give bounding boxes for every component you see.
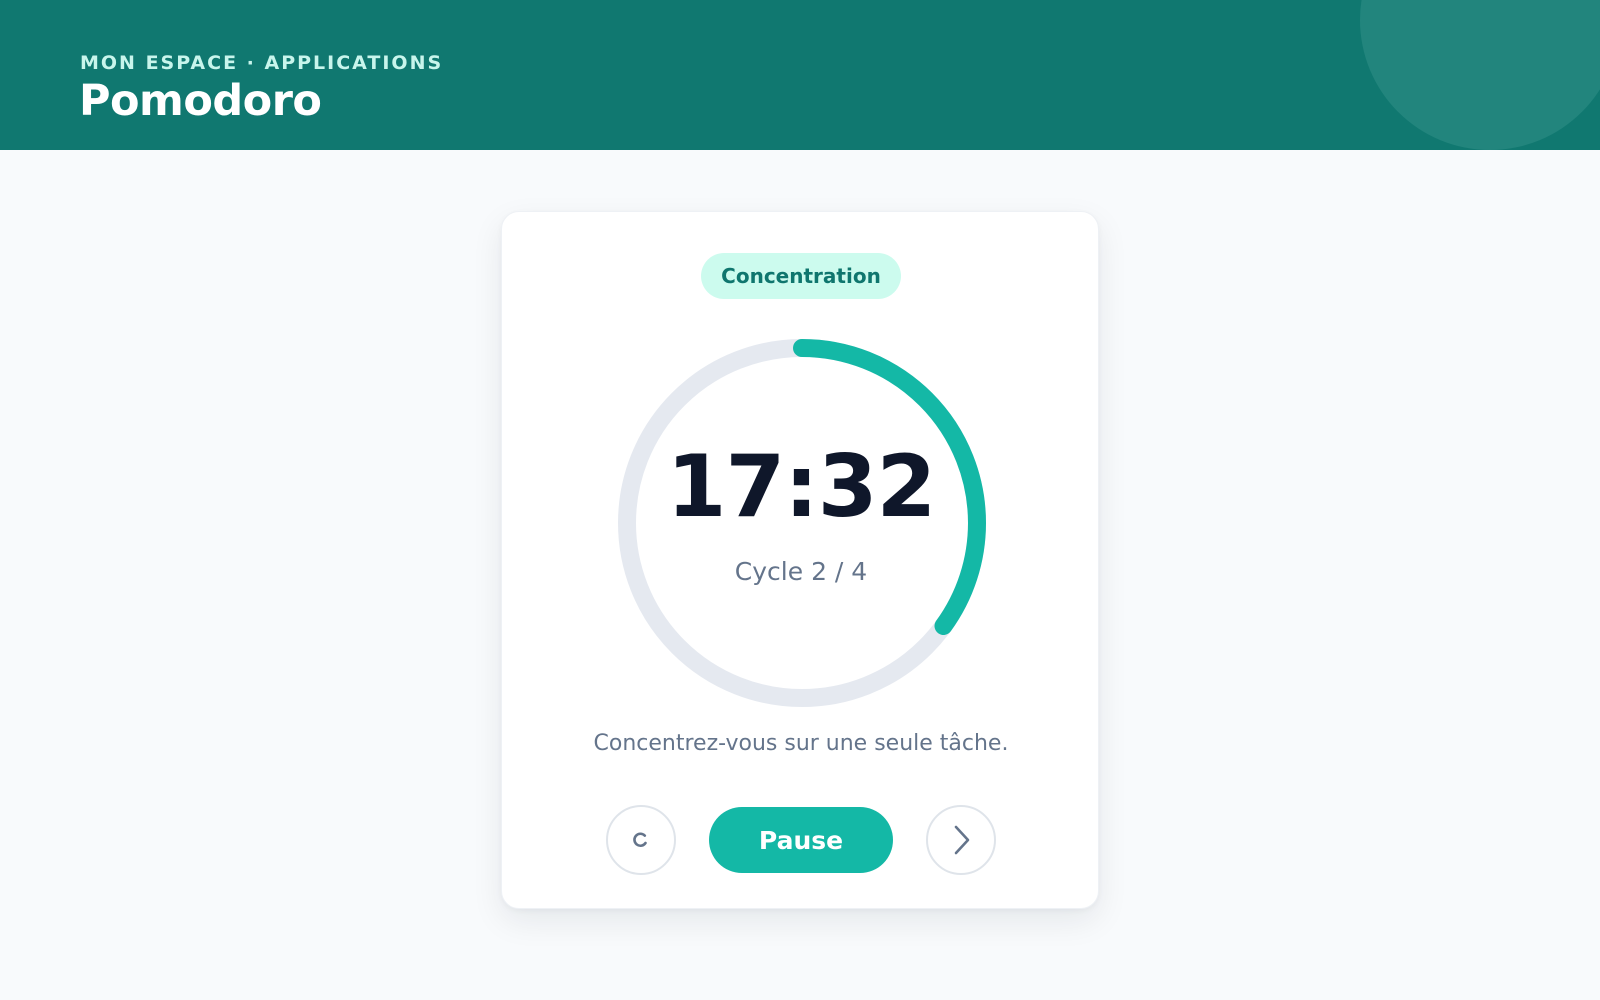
focus-hint: Concentrez-vous sur une seule tâche. xyxy=(593,731,1009,756)
cycle-counter: Cycle 2 / 4 xyxy=(734,557,868,586)
pause-button[interactable]: Pause xyxy=(709,807,893,873)
header-decoration xyxy=(1360,0,1600,150)
reset-button[interactable] xyxy=(606,805,676,875)
reset-icon xyxy=(633,832,647,848)
skip-button[interactable] xyxy=(926,805,996,875)
chevron-right-icon xyxy=(954,825,970,855)
time-remaining: 17:32 xyxy=(666,437,937,537)
app-header: MON ESPACE · APPLICATIONS Pomodoro xyxy=(0,0,1600,150)
mode-badge: Concentration xyxy=(701,253,901,299)
breadcrumb: MON ESPACE · APPLICATIONS xyxy=(80,52,444,74)
page-title: Pomodoro xyxy=(79,76,322,126)
pomodoro-card: Concentration 17:32 Cycle 2 / 4 Concentr… xyxy=(501,211,1099,909)
